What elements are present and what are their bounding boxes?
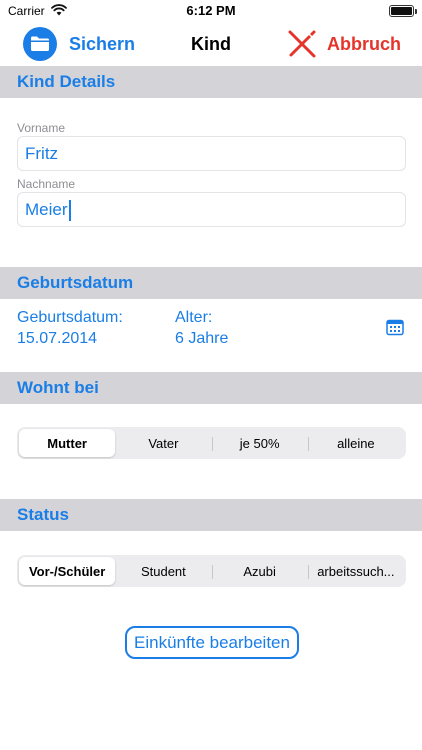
birthdate-block[interactable]: Geburtsdatum: 15.07.2014 — [17, 307, 123, 349]
edit-income-button[interactable]: Einkünfte bearbeiten — [125, 626, 299, 659]
age-block: Alter: 6 Jahre — [175, 307, 228, 349]
first-name-label: Vorname — [17, 121, 66, 135]
cross-pencil-icon — [288, 30, 316, 58]
battery-icon — [389, 5, 417, 17]
segment-alleine[interactable]: alleine — [307, 429, 404, 457]
segment-mutter[interactable]: Mutter — [19, 429, 116, 457]
segment-azubi[interactable]: Azubi — [211, 557, 308, 585]
age-value: 6 Jahre — [175, 330, 229, 347]
calendar-icon[interactable] — [386, 318, 404, 336]
section-title-details: Kind Details — [17, 72, 116, 91]
status-segmented-control: Vor-/Schüler Student Azubi arbeitssuch..… — [17, 555, 406, 587]
section-title-birthdate: Geburtsdatum — [17, 273, 134, 292]
cancel-button[interactable]: Abbruch — [287, 28, 401, 60]
section-header-details: Kind Details — [0, 66, 422, 98]
section-header-birthdate: Geburtsdatum — [0, 267, 422, 299]
segment-je-50[interactable]: je 50% — [211, 429, 308, 457]
section-title-status: Status — [17, 505, 69, 524]
text-cursor — [68, 200, 71, 222]
last-name-field[interactable]: Meier — [17, 192, 406, 227]
segment-arbeitssuchend[interactable]: arbeitssuch... — [307, 557, 404, 585]
birthdate-value: 15.07.2014 — [17, 330, 98, 347]
battery-fill — [391, 7, 412, 15]
segment-vater[interactable]: Vater — [115, 429, 211, 457]
last-name-label: Nachname — [17, 177, 76, 191]
section-title-lives-with: Wohnt bei — [17, 378, 99, 397]
section-header-lives-with: Wohnt bei — [0, 372, 422, 404]
segment-vor-schueler[interactable]: Vor-/Schüler — [19, 557, 116, 585]
first-name-value: Fritz — [25, 144, 59, 163]
last-name-value: Meier — [25, 200, 68, 219]
first-name-field[interactable]: Fritz — [17, 136, 406, 171]
section-header-status: Status — [0, 499, 422, 531]
segment-student[interactable]: Student — [115, 557, 211, 585]
birthdate-label: Geburtsdatum: — [17, 309, 123, 326]
navigation-bar: Sichern Kind Abbruch — [0, 22, 422, 66]
lives-with-segmented-control: Mutter Vater je 50% alleine — [17, 427, 406, 459]
cancel-label: Abbruch — [327, 33, 401, 54]
age-label: Alter: — [175, 309, 213, 326]
clock: 6:12 PM — [186, 3, 236, 18]
status-bar: Carrier 6:12 PM — [0, 0, 422, 22]
